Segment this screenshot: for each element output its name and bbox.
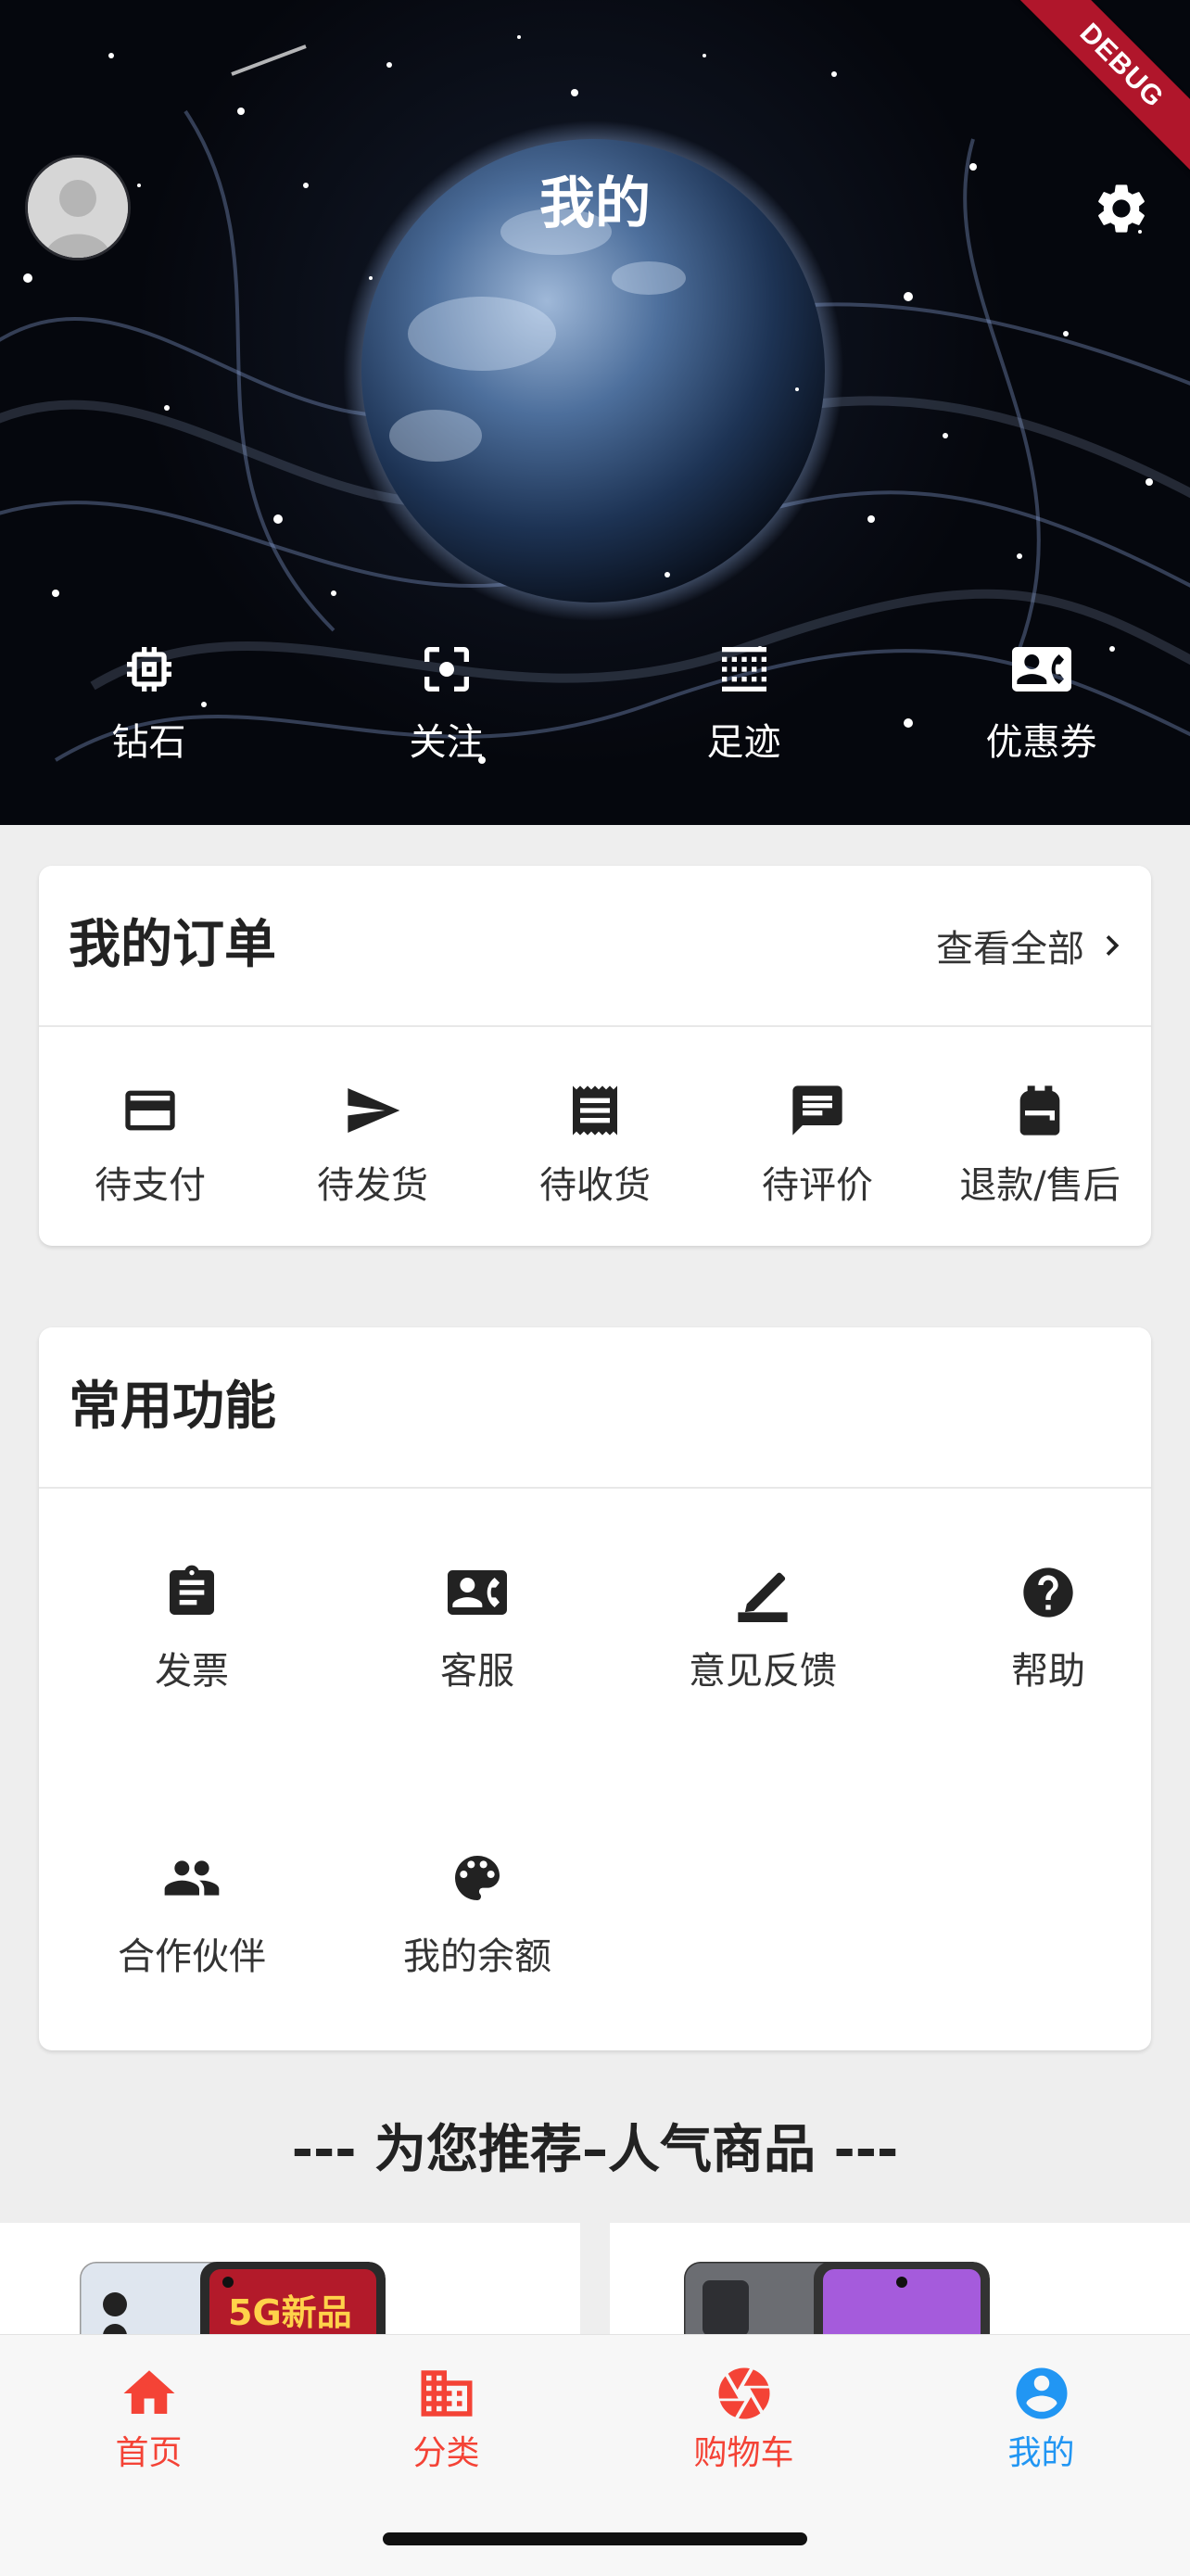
nav-label: 购物车 <box>693 2434 794 2472</box>
view-all-label: 查看全部 <box>936 928 1084 971</box>
functions-card-header: 常用功能 <box>39 1327 1151 1489</box>
orders-card: 我的订单 查看全部 待支付 待发货 待收货 待评价 退款/售后 <box>39 866 1151 1246</box>
quick-item-footprint[interactable]: 足迹 <box>595 640 892 806</box>
chip-icon <box>126 647 171 692</box>
product-badge: 5G新品 <box>228 2292 352 2333</box>
function-help[interactable]: 帮助 <box>909 1563 1187 1694</box>
receipt-icon <box>573 1085 617 1136</box>
function-label: 客服 <box>440 1650 514 1693</box>
functions-title: 常用功能 <box>69 1377 276 1437</box>
product-image: 5G新品 <box>80 2262 386 2334</box>
function-label: 我的余额 <box>403 1935 551 1978</box>
product-card[interactable] <box>610 2223 1190 2334</box>
function-balance[interactable]: 我的余额 <box>338 1848 616 1980</box>
function-customer-service[interactable]: 客服 <box>338 1563 616 1694</box>
phone-image <box>684 2262 990 2334</box>
profile-header: 我的 DEBUG 钻石 关注 足迹 优惠券 <box>0 0 1190 825</box>
people-icon <box>164 1860 220 1896</box>
order-item-label: 待发货 <box>317 1164 428 1207</box>
quick-item-diamond[interactable]: 钻石 <box>0 640 298 806</box>
comment-icon <box>792 1085 842 1136</box>
quick-item-label: 足迹 <box>706 721 781 764</box>
view-all-orders-link[interactable]: 查看全部 <box>936 866 1133 1025</box>
nav-home[interactable]: 首页 <box>0 2335 298 2502</box>
gear-icon[interactable] <box>1092 179 1151 238</box>
credit-card-icon <box>125 1090 175 1131</box>
orders-title: 我的订单 <box>69 915 276 975</box>
home-indicator <box>383 2532 807 2545</box>
building-icon <box>421 2370 472 2417</box>
account-circle-icon <box>1016 2367 1067 2419</box>
quick-item-coupon[interactable]: 优惠券 <box>892 640 1190 806</box>
home-icon <box>123 2370 174 2414</box>
function-label: 合作伙伴 <box>118 1935 266 1978</box>
backpack-icon <box>1019 1085 1060 1136</box>
palette-icon <box>455 1856 500 1900</box>
function-label: 发票 <box>155 1650 229 1693</box>
nav-category[interactable]: 分类 <box>298 2335 595 2502</box>
order-item-label: 待评价 <box>762 1164 873 1207</box>
contact-phone-icon <box>448 1570 507 1615</box>
order-item-label: 待收货 <box>539 1164 651 1207</box>
chevron-right-icon <box>1106 935 1120 956</box>
function-partners[interactable]: 合作伙伴 <box>53 1848 331 1980</box>
order-item-label: 待支付 <box>95 1164 206 1207</box>
page-title: 我的 <box>539 171 651 236</box>
shutter-icon <box>718 2367 769 2419</box>
edit-icon <box>738 1572 788 1622</box>
quick-item-label: 钻石 <box>111 721 186 764</box>
grid-dots-icon <box>721 647 766 692</box>
order-refund-aftersale[interactable]: 退款/售后 <box>929 1027 1151 1246</box>
nav-mine[interactable]: 我的 <box>892 2335 1190 2502</box>
function-feedback[interactable]: 意见反馈 <box>624 1563 902 1694</box>
quick-item-label: 优惠券 <box>985 721 1097 764</box>
nav-cart[interactable]: 购物车 <box>595 2335 892 2502</box>
orders-card-header: 我的订单 查看全部 <box>39 866 1151 1027</box>
function-label: 意见反馈 <box>689 1650 837 1693</box>
nav-label: 分类 <box>412 2434 480 2472</box>
nav-label: 首页 <box>115 2434 183 2472</box>
nav-label: 我的 <box>1007 2434 1075 2472</box>
quick-item-follow[interactable]: 关注 <box>298 640 595 806</box>
order-pending-payment[interactable]: 待支付 <box>39 1027 261 1246</box>
contact-card-icon <box>1011 647 1071 692</box>
product-card[interactable]: 5G新品 <box>0 2223 580 2334</box>
clipboard-icon <box>170 1565 214 1615</box>
order-pending-shipment[interactable]: 待发货 <box>261 1027 484 1246</box>
order-status-row: 待支付 待发货 待收货 待评价 退款/售后 <box>39 1027 1151 1246</box>
order-item-label: 退款/售后 <box>959 1164 1120 1207</box>
product-image <box>684 2262 990 2334</box>
order-pending-review[interactable]: 待评价 <box>706 1027 929 1246</box>
focus-icon <box>424 647 469 692</box>
function-invoice[interactable]: 发票 <box>53 1563 331 1694</box>
function-label: 帮助 <box>1011 1650 1085 1693</box>
functions-grid: 发票 客服 意见反馈 帮助 合作伙伴 我的余额 <box>39 1489 1151 2026</box>
functions-card: 常用功能 发票 客服 意见反馈 帮助 合作伙伴 我的余额 <box>39 1327 1151 2050</box>
quick-item-label: 关注 <box>409 721 484 764</box>
send-icon <box>348 1088 400 1133</box>
help-icon <box>1023 1567 1073 1618</box>
quick-actions: 钻石 关注 足迹 优惠券 <box>0 640 1190 806</box>
recommend-title: --- 为您推荐–人气商品 --- <box>291 2120 899 2180</box>
order-pending-receipt[interactable]: 待收货 <box>484 1027 706 1246</box>
